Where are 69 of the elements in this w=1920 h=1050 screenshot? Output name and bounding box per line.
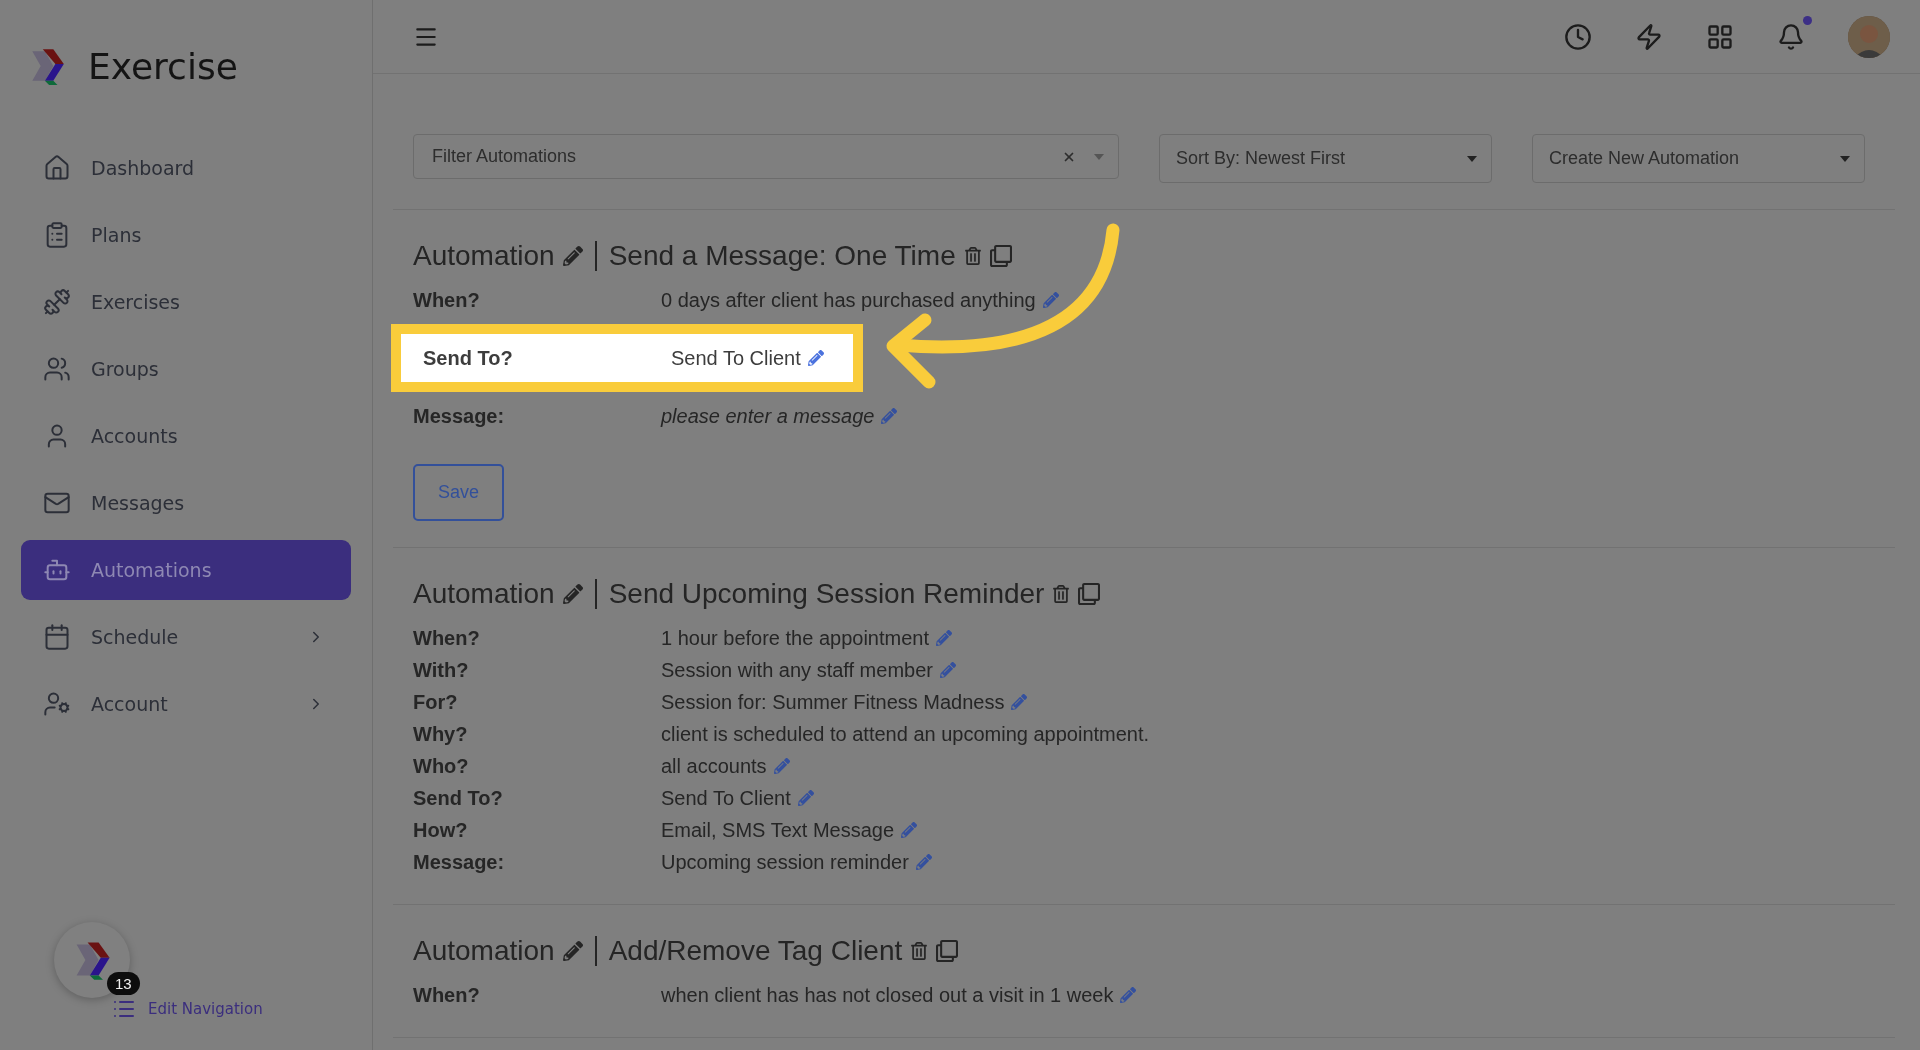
home-icon	[43, 154, 71, 182]
pencil-icon[interactable]	[807, 350, 824, 366]
field-label: Who?	[413, 754, 470, 778]
sidebar-item[interactable]: Accounts	[21, 406, 351, 466]
field-label: Message:	[413, 404, 506, 428]
sidebar-item[interactable]: Plans	[21, 205, 351, 265]
user-gear-icon	[43, 690, 71, 718]
sidebar-item[interactable]: Messages	[21, 473, 351, 533]
filter-dropdown[interactable]: Filter Automations	[413, 134, 1119, 179]
field-label: How?	[413, 818, 469, 842]
field-value: 1 hour before the appointment	[661, 626, 929, 650]
sidebar-item[interactable]: Dashboard	[21, 138, 351, 198]
sidebar-item[interactable]: Account	[21, 674, 351, 734]
field-value: please enter a message	[661, 404, 875, 428]
sidebar-item[interactable]: Groups	[21, 339, 351, 399]
field-label: Send To?	[423, 346, 514, 370]
edit-navigation-link[interactable]: Edit Navigation	[112, 997, 263, 1021]
users-icon	[43, 355, 71, 383]
field-label: For?	[413, 690, 459, 714]
caret-icon	[1467, 155, 1477, 162]
dumbbell-icon	[43, 288, 71, 316]
lightning-icon[interactable]	[1635, 22, 1663, 51]
sort-dropdown[interactable]: Sort By: Newest First	[1159, 134, 1492, 183]
clock-icon[interactable]	[1564, 22, 1592, 51]
automation-label: Automation	[413, 240, 555, 272]
sidebar-item[interactable]: Schedule	[21, 607, 351, 667]
trash-icon[interactable]	[963, 247, 982, 265]
automation-label: Automation	[413, 935, 555, 967]
create-dropdown[interactable]: Create New Automation	[1532, 134, 1865, 183]
field-value: client is scheduled to attend an upcoming appointment.	[661, 722, 1150, 746]
field-value: Send To Client	[671, 346, 801, 370]
pencil-icon[interactable]	[562, 584, 583, 604]
grid-icon[interactable]	[1706, 22, 1734, 51]
app-name: Exercise	[88, 45, 238, 87]
field-label: Why?	[413, 722, 469, 746]
copy-icon[interactable]	[936, 940, 959, 962]
save-button[interactable]: Save	[413, 464, 504, 521]
pencil-icon[interactable]	[562, 246, 583, 266]
field-label: Send To?	[413, 786, 504, 810]
field-value: all accounts	[661, 754, 767, 778]
calendar-icon	[43, 623, 71, 651]
field-value: 0 days after client has purchased anything	[661, 288, 1036, 312]
copy-icon[interactable]	[989, 245, 1012, 267]
sidebar-item[interactable]: Exercises	[21, 272, 351, 332]
notifications-icon[interactable]	[1777, 22, 1805, 51]
field-label: When?	[413, 626, 481, 650]
count-badge: 13	[107, 972, 140, 995]
automation-title: Add/Remove Tag Client	[608, 935, 903, 967]
filter-input[interactable]: Filter Automations	[430, 145, 1062, 168]
trash-icon[interactable]	[910, 942, 929, 960]
field-value: when client has has not closed out a visit in 1 week	[661, 983, 1114, 1007]
caret-icon	[1840, 155, 1850, 162]
field-label: Message:	[413, 850, 506, 874]
field-label: With?	[413, 658, 470, 682]
avatar[interactable]	[1848, 15, 1890, 58]
automation-title: Send Upcoming Session Reminder	[608, 578, 1045, 610]
automation-title: Send a Message: One Time	[608, 240, 956, 272]
field-value: Session for: Summer Fitness Madness	[661, 690, 1005, 714]
pencil-icon[interactable]	[562, 941, 583, 961]
trash-icon[interactable]	[1052, 585, 1071, 603]
field-label: When?	[413, 288, 481, 312]
field-label: When?	[413, 983, 481, 1007]
field-value: Email, SMS Text Message	[661, 818, 895, 842]
automation-label: Automation	[413, 578, 555, 610]
field-value: Session with any staff member	[661, 658, 933, 682]
copy-icon[interactable]	[1078, 583, 1101, 605]
sidebar-item[interactable]: Automations	[21, 540, 351, 600]
field-value: Send To Client	[661, 786, 791, 810]
field-value: Upcoming session reminder	[661, 850, 909, 874]
